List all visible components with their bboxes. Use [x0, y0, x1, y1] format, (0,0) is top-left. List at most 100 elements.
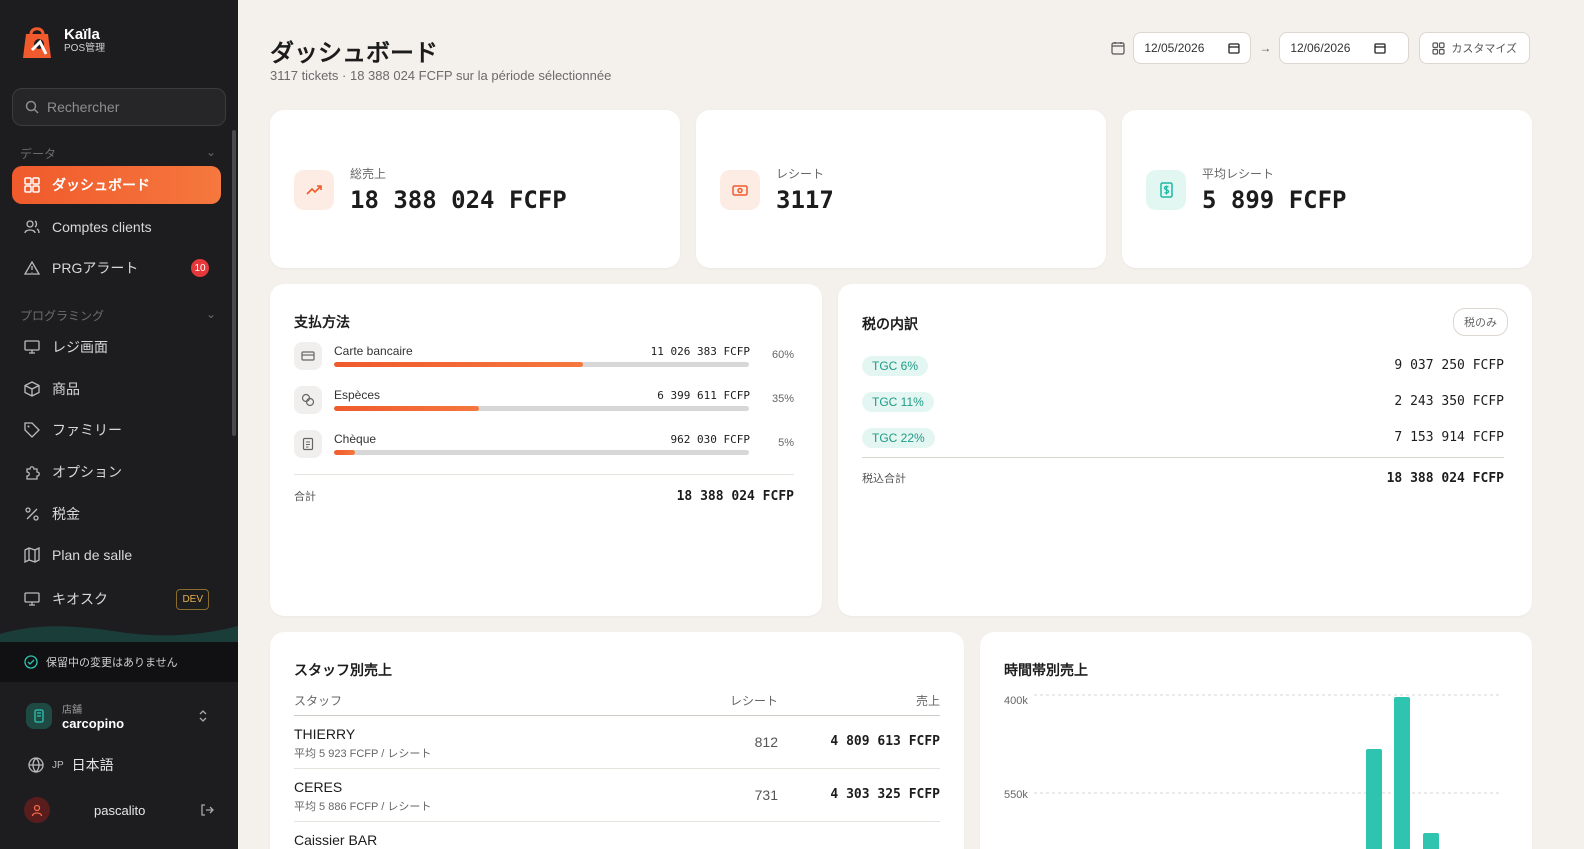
payment-row: Espèces 6 399 611 FCFP 35%	[294, 386, 794, 416]
payment-amount: 11 026 383 FCFP	[650, 345, 750, 358]
search-placeholder: Rechercher	[47, 99, 120, 115]
avatar	[24, 797, 50, 823]
chart-bar	[1394, 697, 1410, 849]
users-icon	[24, 220, 40, 234]
language-selector[interactable]: JP 日本語	[28, 755, 114, 775]
date-to-input[interactable]: 12/06/2026	[1279, 32, 1410, 64]
hourly-sales-chart: 400k 550k	[1004, 694, 1502, 849]
chevron-down-icon: ⌄	[205, 307, 216, 321]
staff-name: CERES	[294, 779, 343, 795]
sidebar-item-prg-alerts[interactable]: PRGアラート 10	[12, 249, 221, 287]
payment-share-bar	[334, 406, 749, 411]
card-title: スタッフ別売上	[294, 662, 392, 678]
banknote-icon	[720, 170, 760, 210]
page-title: ダッシュボード	[270, 40, 438, 67]
search-input[interactable]: Rechercher	[12, 88, 226, 126]
sidebar-item-products[interactable]: 商品	[12, 370, 221, 408]
sidebar: Kaïla POS管理 Rechercher データ ⌄ ダッシュボード Com…	[0, 0, 238, 849]
payment-row: Chèque 962 030 FCFP 5%	[294, 430, 794, 460]
sidebar-item-options[interactable]: オプション	[12, 453, 221, 491]
total-label: 合計	[294, 491, 316, 503]
dollar-receipt-icon	[1146, 170, 1186, 210]
sidebar-item-label: 税金	[52, 506, 80, 522]
tax-only-toggle[interactable]: 税のみ	[1453, 308, 1508, 336]
date-range: 12/05/2026 → 12/06/2026 カスタマイズ	[1111, 32, 1530, 64]
language-name: 日本語	[71, 757, 114, 773]
calendar-picker-icon[interactable]	[1228, 42, 1240, 54]
percent-icon	[25, 507, 39, 521]
y-tick-label: 400k	[1004, 695, 1028, 707]
tax-amount: 2 243 350 FCFP	[1394, 394, 1504, 409]
sidebar-item-label: キオスク	[52, 591, 108, 607]
sidebar-item-label: レジ画面	[52, 339, 108, 355]
map-icon	[24, 547, 40, 563]
payment-name: Espèces	[334, 388, 381, 402]
dashboard-grid-icon	[24, 177, 40, 193]
payment-row: Carte bancaire 11 026 383 FCFP 60%	[294, 342, 794, 372]
box-icon	[24, 381, 40, 397]
tax-amount: 9 037 250 FCFP	[1394, 358, 1504, 373]
tax-breakdown-card: 税の内訳 税のみ TGC 6% 9 037 250 FCFP TGC 11% 2…	[838, 284, 1532, 616]
kpi-value: 18 388 024 FCFP	[350, 186, 567, 214]
column-header-sales[interactable]: 売上	[916, 692, 940, 709]
sidebar-item-client-accounts[interactable]: Comptes clients	[12, 208, 221, 246]
sidebar-item-register-screen[interactable]: レジ画面	[12, 328, 221, 366]
cheque-icon	[294, 430, 322, 458]
store-selector[interactable]: 店舗 carcopino	[12, 694, 222, 738]
payment-share-bar	[334, 450, 749, 455]
tax-rate-pill: TGC 22%	[862, 428, 935, 448]
store-label: 店舗	[62, 705, 82, 716]
payment-name: Carte bancaire	[334, 344, 413, 358]
section-data[interactable]: データ ⌄	[20, 145, 216, 162]
sidebar-item-taxes[interactable]: 税金	[12, 495, 221, 533]
y-tick-label: 550k	[1004, 789, 1028, 801]
monitor-icon	[24, 340, 40, 354]
chevron-up-down-icon	[199, 710, 207, 722]
sidebar-item-kiosk[interactable]: キオスク DEV	[12, 580, 221, 618]
payment-share-fill	[334, 362, 583, 367]
date-from-input[interactable]: 12/05/2026	[1133, 32, 1252, 64]
payment-name: Chèque	[334, 432, 377, 446]
payment-amount: 962 030 FCFP	[670, 433, 750, 446]
column-header-receipts[interactable]: レシート	[730, 692, 778, 709]
kpi-label: 総売上	[350, 167, 387, 181]
sidebar-item-families[interactable]: ファミリー	[12, 411, 221, 449]
hourly-sales-card: 時間帯別売上 400k 550k	[980, 632, 1532, 849]
calendar-picker-icon[interactable]	[1374, 42, 1387, 54]
table-row[interactable]: THIERRY 平均 5 923 FCFP / レシート 812 4 809 6…	[294, 715, 940, 767]
staff-total: 4 809 613 FCFP	[830, 734, 940, 749]
total-value: 18 388 024 FCFP	[676, 489, 794, 504]
table-row[interactable]: CERES 平均 5 886 FCFP / レシート 731 4 303 325…	[294, 768, 940, 820]
brand-subtitle: POS管理	[64, 43, 106, 54]
staff-average: 平均 5 923 FCFP / レシート	[294, 748, 432, 760]
trending-up-icon	[294, 170, 334, 210]
section-programming[interactable]: プログラミング ⌄	[20, 307, 216, 324]
alert-count-badge: 10	[191, 259, 209, 277]
search-icon	[25, 100, 39, 114]
payment-percent: 60%	[771, 349, 794, 361]
brand-name: Kaïla	[64, 26, 100, 43]
puzzle-icon	[26, 466, 40, 480]
sidebar-item-label: PRGアラート	[52, 260, 139, 276]
dev-badge: DEV	[176, 588, 209, 610]
column-header-staff[interactable]: スタッフ	[294, 692, 342, 709]
kpi-card-total-sales: 総売上 18 388 024 FCFP	[270, 110, 680, 268]
user-profile[interactable]: pascalito	[24, 796, 214, 824]
sidebar-item-label: 商品	[52, 381, 80, 397]
table-row[interactable]: Caissier BAR	[294, 821, 940, 849]
staff-receipt-count: 731	[754, 787, 778, 803]
total-label: 税込合計	[862, 473, 906, 485]
card-title: 支払方法	[294, 314, 350, 330]
store-name: carcopino	[62, 716, 125, 731]
sidebar-item-floor-plan[interactable]: Plan de salle	[12, 536, 221, 574]
monitor-icon	[24, 592, 40, 606]
sidebar-item-dashboard[interactable]: ダッシュボード	[12, 166, 221, 204]
customize-button[interactable]: カスタマイズ	[1419, 32, 1530, 64]
sidebar-scrollbar[interactable]	[232, 130, 236, 436]
staff-name: Caissier BAR	[294, 832, 378, 848]
brand[interactable]: Kaïla POS管理	[20, 22, 105, 60]
logout-icon[interactable]	[200, 803, 214, 817]
tax-rate-pill: TGC 11%	[862, 392, 934, 412]
store-icon	[26, 703, 52, 729]
kpi-label: レシート	[776, 167, 825, 181]
